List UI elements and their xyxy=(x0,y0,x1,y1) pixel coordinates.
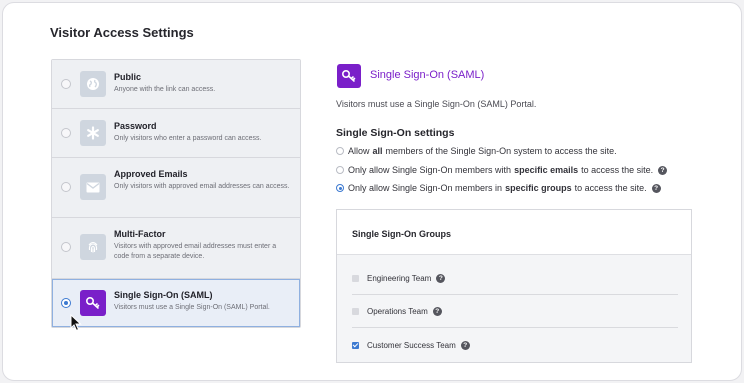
option-desc: Only visitors with approved email addres… xyxy=(114,183,290,190)
option-public-radio[interactable] xyxy=(61,79,71,89)
choice-all-members[interactable]: Allow all members of the Single Sign-On … xyxy=(336,146,617,156)
option-name: Password xyxy=(114,121,157,131)
group-checkbox[interactable] xyxy=(352,275,359,282)
option-name: Approved Emails xyxy=(114,169,188,179)
choice-radio[interactable] xyxy=(336,166,344,174)
option-multi-factor-radio[interactable] xyxy=(61,242,71,252)
envelope-icon xyxy=(80,174,106,200)
help-icon[interactable]: ? xyxy=(651,183,661,193)
settings-title: Single Sign-On settings xyxy=(336,127,455,139)
option-desc: Anyone with the link can access. xyxy=(114,86,216,93)
detail-subtitle: Visitors must use a Single Sign-On (SAML… xyxy=(336,99,537,109)
choice-text-bold: specific emails xyxy=(514,165,579,175)
option-name: Public xyxy=(114,72,142,82)
choice-text-bold: all xyxy=(372,146,383,156)
help-icon[interactable]: ? xyxy=(658,165,668,175)
group-row-engineering[interactable]: Engineering Team ? xyxy=(352,263,678,295)
mouse-cursor-icon xyxy=(70,314,82,332)
option-password-radio[interactable] xyxy=(61,128,71,138)
group-checkbox[interactable] xyxy=(352,308,359,315)
option-approved-emails-radio[interactable] xyxy=(61,182,71,192)
group-checkbox[interactable] xyxy=(352,341,359,349)
group-name: Customer Success Team xyxy=(367,340,456,350)
detail-heading: Single Sign-On (SAML) xyxy=(370,69,485,81)
help-icon[interactable]: ? xyxy=(432,307,442,316)
choice-text-post: members of the Single Sign-On system to … xyxy=(385,146,617,156)
option-single-sign-on[interactable]: Single Sign-On (SAML) Visitors must use … xyxy=(52,279,300,327)
choice-text-pre: Only allow Single Sign-On members with xyxy=(348,165,512,175)
option-approved-emails[interactable]: Approved Emails Only visitors with appro… xyxy=(52,158,300,218)
option-password[interactable]: Password Only visitors who enter a passw… xyxy=(52,109,300,158)
option-single-sign-on-radio[interactable] xyxy=(61,298,71,308)
option-multi-factor[interactable]: Multi-Factor Visitors with approved emai… xyxy=(52,218,300,279)
key-icon xyxy=(80,290,106,316)
help-icon[interactable]: ? xyxy=(436,274,446,283)
option-name: Multi-Factor xyxy=(114,229,166,239)
group-row-operations[interactable]: Operations Team ? xyxy=(352,296,678,328)
choice-specific-groups[interactable]: Only allow Single Sign-On members in spe… xyxy=(336,183,661,193)
access-options-list: Public Anyone with the link can access. … xyxy=(51,59,301,328)
asterisk-icon xyxy=(80,120,106,146)
key-icon xyxy=(337,64,361,88)
choice-text-pre: Only allow Single Sign-On members in xyxy=(348,183,503,193)
option-desc: Visitors with approved email addresses m… xyxy=(114,243,277,260)
groups-panel: Single Sign-On Groups Engineering Team ?… xyxy=(336,209,692,363)
groups-title: Single Sign-On Groups xyxy=(337,210,691,255)
option-desc: Only visitors who enter a password can a… xyxy=(114,135,262,142)
choice-text-post: to access the site. xyxy=(581,165,654,175)
group-row-customer-success[interactable]: Customer Success Team ? xyxy=(352,329,678,361)
option-name: Single Sign-On (SAML) xyxy=(114,290,213,300)
page-title: Visitor Access Settings xyxy=(50,25,194,40)
help-icon[interactable]: ? xyxy=(460,340,470,350)
globe-icon xyxy=(80,71,106,97)
choice-radio[interactable] xyxy=(336,184,344,192)
group-name: Operations Team xyxy=(367,307,428,316)
group-name: Engineering Team xyxy=(367,274,432,283)
option-desc: Visitors must use a Single Sign-On (SAML… xyxy=(114,304,270,311)
fingerprint-icon xyxy=(80,234,106,260)
choice-specific-emails[interactable]: Only allow Single Sign-On members with s… xyxy=(336,165,668,175)
option-public[interactable]: Public Anyone with the link can access. xyxy=(52,60,300,109)
choice-text-post: to access the site. xyxy=(574,183,647,193)
choice-text-bold: specific groups xyxy=(505,183,572,193)
choice-text-pre: Allow xyxy=(348,146,370,156)
choice-radio[interactable] xyxy=(336,147,344,155)
